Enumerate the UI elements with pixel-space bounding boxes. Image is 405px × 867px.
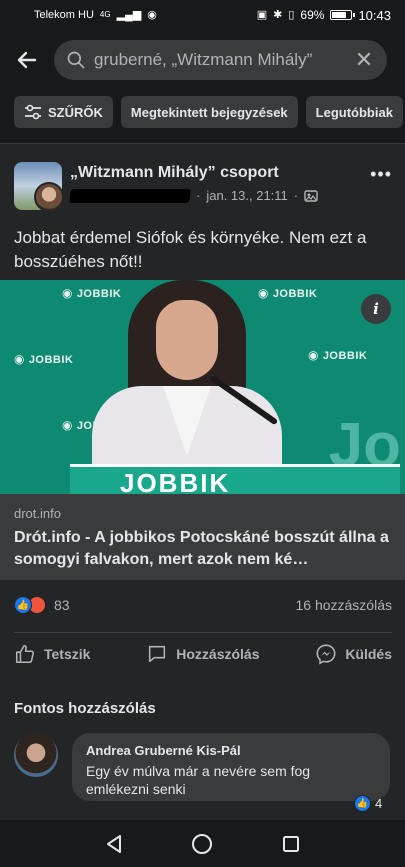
logo-watermark: JOBBIK xyxy=(14,352,73,366)
redacted-author-name xyxy=(69,188,191,203)
comment-reactions-count: 4 xyxy=(375,796,383,811)
messenger-icon xyxy=(316,644,336,665)
filter-chip-viewed-posts[interactable]: Megtekintett bejegyzések xyxy=(120,96,298,128)
comment-bubble[interactable]: Andrea Gruberné Kis-Pál Egy év múlva már… xyxy=(72,733,390,801)
send-label: Küldés xyxy=(345,646,392,662)
like-reaction-icon: 👍 xyxy=(354,795,371,812)
filter-chip-label: Megtekintett bejegyzések xyxy=(130,104,288,120)
comment-icon xyxy=(149,645,166,663)
link-domain: drot.info xyxy=(14,506,61,521)
search-query[interactable]: gruberné, „Witzmann Mihály” xyxy=(86,50,353,70)
nav-recents-icon xyxy=(282,835,299,852)
post-actions: Tetszik Hozzászólás Küldés xyxy=(14,638,392,670)
vibrate-icon: ▯ xyxy=(288,8,295,21)
filter-chip-filters[interactable]: SZŰRŐK xyxy=(14,96,113,128)
actions-divider xyxy=(14,632,392,633)
like-label: Tetszik xyxy=(44,646,91,662)
messenger-notification-icon: ◉ xyxy=(147,8,157,21)
carrier-label: Telekom HU xyxy=(34,9,94,21)
comment-text: Egy év múlva már a nevére sem fog emléke… xyxy=(86,763,311,797)
meta-separator: · xyxy=(293,188,299,203)
link-preview-meta[interactable]: drot.info Drót.info - A jobbikos Potocsk… xyxy=(0,494,405,580)
group-name[interactable]: „Witzmann Mihály” csoport xyxy=(70,164,279,182)
like-reaction-icon: 👍 xyxy=(14,596,32,614)
nav-home-button[interactable] xyxy=(182,824,222,864)
search-icon xyxy=(67,51,85,69)
back-button[interactable] xyxy=(0,30,54,90)
filter-chips: SZŰRŐK Megtekintett bejegyzések Legutóbb… xyxy=(0,90,405,134)
battery-percent: 69% xyxy=(300,8,325,22)
post-text: Jobbat érdemel Siófok és környéke. Nem e… xyxy=(14,228,367,271)
like-button[interactable]: Tetszik xyxy=(14,643,90,665)
link-title: Drót.info - A jobbikos Potocskáné bosszú… xyxy=(14,529,389,568)
nfc-icon: ▣ xyxy=(256,8,268,21)
comment-author-avatar[interactable] xyxy=(14,733,58,777)
link-preview-image[interactable]: JOBBIK JOBBIK JOBBIK JOBBIK JOBBIK Jo JO… xyxy=(0,280,405,494)
more-options-icon[interactable]: ••• xyxy=(370,164,392,185)
comment-reactions[interactable]: 👍 4 xyxy=(354,795,382,812)
thumbs-up-icon xyxy=(15,644,34,664)
signal-icon: ▂▄▆ xyxy=(116,8,142,21)
status-bar: Telekom HU 4G ▂▄▆ ◉ ▣ ✱ ▯ 69% 10:43 xyxy=(0,0,405,30)
filter-chip-recent[interactable]: Legutóbbiak xyxy=(305,96,403,128)
post-header: „Witzmann Mihály” csoport · jan. 13., 21… xyxy=(14,162,394,214)
speaker-face xyxy=(156,300,218,380)
post-date[interactable]: jan. 13., 21:11 xyxy=(206,188,287,203)
clock: 10:43 xyxy=(358,7,391,23)
nav-recents-button[interactable] xyxy=(271,824,311,864)
system-nav-bar xyxy=(0,820,405,867)
nav-back-button[interactable] xyxy=(94,824,134,864)
search-input[interactable]: gruberné, „Witzmann Mihály” ✕ xyxy=(54,40,387,80)
logo-watermark: JOBBIK xyxy=(308,348,367,362)
comment-author[interactable]: Andrea Gruberné Kis-Pál xyxy=(86,743,376,758)
comment-button[interactable]: Hozzászólás xyxy=(146,643,260,665)
section-divider xyxy=(0,134,405,144)
network-label: 4G xyxy=(99,10,111,19)
author-avatar[interactable] xyxy=(34,182,64,212)
bluetooth-icon: ✱ xyxy=(273,8,283,21)
filter-chip-label: SZŰRŐK xyxy=(48,104,103,120)
search-header: gruberné, „Witzmann Mihály” ✕ xyxy=(0,30,405,90)
nav-home-icon xyxy=(192,833,213,854)
meta-separator: · xyxy=(196,188,201,203)
reactions-count: 83 xyxy=(54,597,70,613)
post-meta: · jan. 13., 21:11 · xyxy=(69,188,318,203)
comments-count[interactable]: 16 hozzászólás xyxy=(295,597,392,613)
logo-watermark: JOBBIK xyxy=(258,286,317,300)
reactions-summary[interactable]: 👍 83 16 hozzászólás xyxy=(14,594,392,616)
group-privacy-icon xyxy=(304,189,318,202)
close-icon[interactable]: ✕ xyxy=(353,47,375,73)
logo-watermark: JOBBIK xyxy=(62,286,121,300)
battery-icon xyxy=(330,10,356,20)
info-icon[interactable]: i xyxy=(361,294,391,324)
battery-fill xyxy=(332,12,347,18)
nav-back-icon xyxy=(107,834,122,853)
post-card: „Witzmann Mihály” csoport · jan. 13., 21… xyxy=(0,144,405,820)
comment-label: Hozzászólás xyxy=(176,646,260,662)
send-button[interactable]: Küldés xyxy=(315,643,392,665)
filter-chip-label: Legutóbbiak xyxy=(315,104,393,120)
back-arrow-icon xyxy=(17,51,37,69)
top-comments-heading: Fontos hozzászólás xyxy=(14,700,156,717)
podium-logo: JOBBIK xyxy=(120,468,231,494)
filter-sliders-icon xyxy=(25,104,41,120)
